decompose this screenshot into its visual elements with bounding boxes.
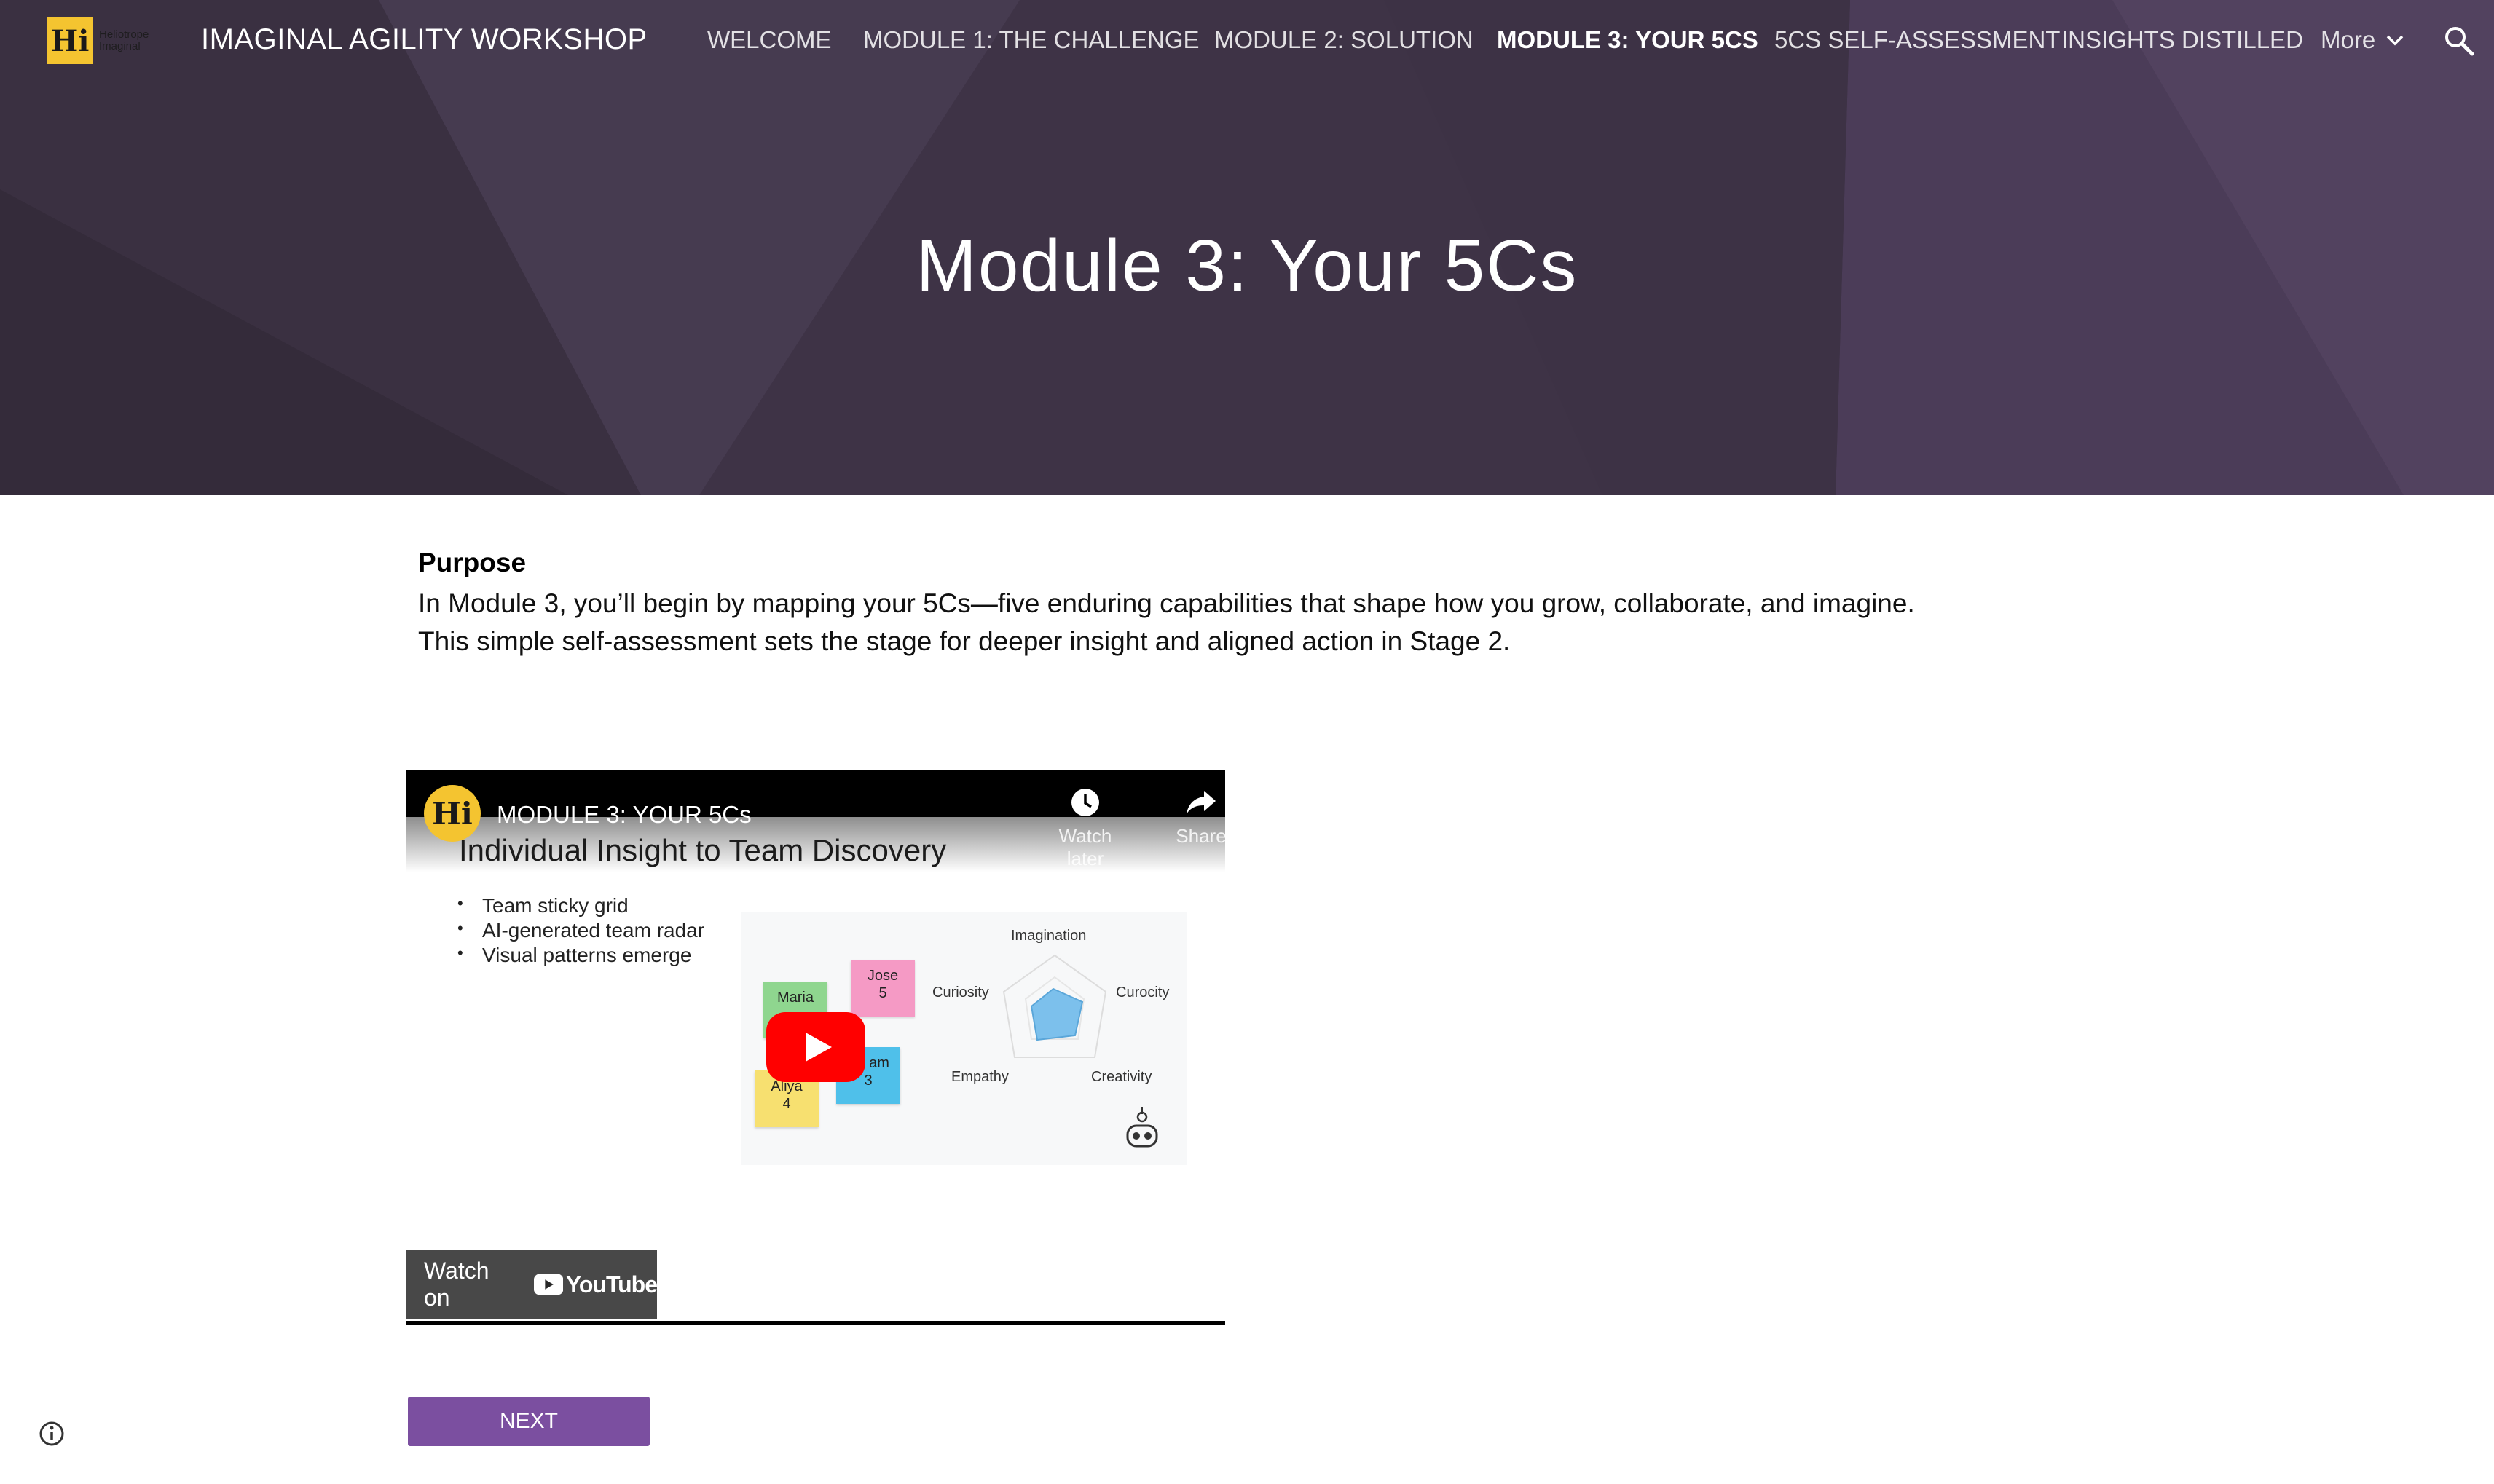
watch-on-youtube-button[interactable]: Watch on YouTube	[406, 1250, 658, 1319]
radar-label: Empathy	[951, 1069, 1009, 1085]
video-title[interactable]: MODULE 3: YOUR 5Cs	[497, 801, 752, 829]
slide-heading: Individual Insight to Team Discovery	[459, 833, 947, 867]
logo-subtext: Heliotrope Imaginal	[99, 28, 149, 52]
share-button[interactable]: Share	[1161, 786, 1241, 848]
youtube-wordmark: YouTube	[565, 1271, 658, 1298]
watch-on-label: Watch on	[424, 1258, 489, 1311]
slide-bullet-list: Team sticky grid AI-generated team radar…	[457, 894, 704, 968]
site-title[interactable]: IMAGINAL AGILITY WORKSHOP	[201, 23, 648, 56]
clock-icon	[1071, 789, 1099, 816]
robot-icon	[1126, 1107, 1158, 1148]
nav-item-module-1[interactable]: MODULE 1: THE CHALLENGE	[863, 26, 1200, 54]
purpose-heading: Purpose	[418, 548, 527, 577]
radar-label: Curiosity	[932, 984, 989, 1000]
nav-item-welcome[interactable]: WELCOME	[707, 26, 832, 54]
radar-label: Creativity	[1091, 1069, 1152, 1085]
slide-bullet: Team sticky grid	[457, 894, 704, 919]
watch-later-label: Watch later	[1058, 825, 1112, 869]
purpose-text-line-1: In Module 3, you’ll begin by mapping you…	[418, 588, 1915, 618]
site-logo[interactable]: Hi Heliotrope Imaginal	[47, 17, 165, 64]
slide-bullet: Visual patterns emerge	[457, 944, 704, 968]
nav-item-more[interactable]: More	[2321, 26, 2375, 54]
search-icon[interactable]	[2443, 25, 2475, 57]
nav-item-module-3[interactable]: MODULE 3: YOUR 5CS	[1497, 26, 1758, 54]
watch-later-button[interactable]: Watch later	[1045, 786, 1125, 870]
play-button-icon[interactable]	[766, 1012, 865, 1082]
radar-label: Curocity	[1116, 984, 1170, 1000]
chevron-down-icon[interactable]	[2385, 32, 2405, 50]
share-label: Share	[1176, 825, 1227, 847]
radar-label: Imagination	[1011, 928, 1087, 944]
logo-mark: Hi	[47, 17, 93, 64]
youtube-logo-icon	[533, 1274, 563, 1295]
next-button[interactable]: NEXT	[408, 1397, 650, 1446]
page-title: Module 3: Your 5Cs	[916, 225, 1578, 307]
nav-item-5cs-self-assessment[interactable]: 5CS SELF-ASSESSMENT	[1774, 26, 2060, 54]
nav-item-insights-distilled[interactable]: INSIGHTS DISTILLED	[2061, 26, 2303, 54]
share-icon	[1187, 791, 1216, 814]
sticky-note: Jose 5	[851, 960, 915, 1017]
purpose-text-line-2: This simple self-assessment sets the sta…	[418, 626, 1511, 656]
nav-item-module-2[interactable]: MODULE 2: SOLUTION	[1214, 26, 1474, 54]
page-header: Hi Heliotrope Imaginal IMAGINAL AGILITY …	[0, 0, 2494, 495]
info-icon[interactable]	[38, 1420, 66, 1448]
slide-bullet: AI-generated team radar	[457, 919, 704, 944]
